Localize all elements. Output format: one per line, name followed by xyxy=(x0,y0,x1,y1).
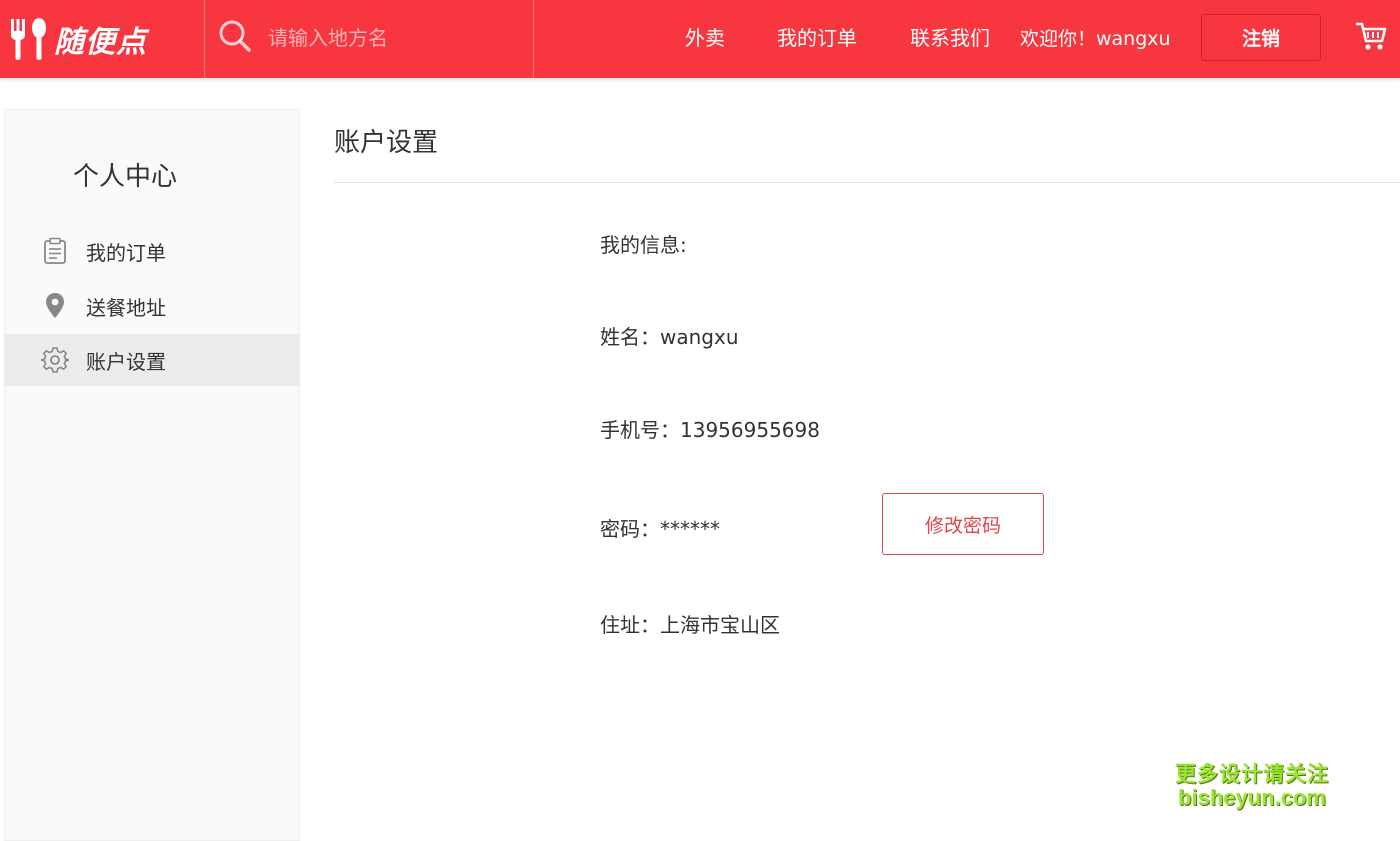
sidebar-item-label: 我的订单 xyxy=(86,240,166,265)
sidebar-item-my-orders[interactable]: 我的订单 xyxy=(5,225,299,277)
page-title: 账户设置 xyxy=(334,128,439,158)
fork-spoon-icon xyxy=(8,15,48,63)
search-input[interactable] xyxy=(266,21,506,55)
sidebar-item-account-settings[interactable]: 账户设置 xyxy=(5,334,299,386)
user-name: 姓名：wangxu xyxy=(600,325,739,349)
logo[interactable]: 随便点 xyxy=(8,14,147,64)
title-divider xyxy=(334,182,1400,183)
welcome-text: 欢迎你！wangxu xyxy=(1020,28,1171,50)
location-pin-icon xyxy=(41,292,69,320)
search-icon[interactable] xyxy=(218,19,252,57)
search-bar xyxy=(218,18,506,58)
logout-button[interactable]: 注销 xyxy=(1201,14,1321,61)
cart-icon[interactable] xyxy=(1355,20,1388,56)
watermark-line-1: 更多设计请关注 xyxy=(1175,763,1329,786)
clipboard-icon xyxy=(41,237,69,265)
nav-my-orders[interactable]: 我的订单 xyxy=(777,22,857,51)
sidebar: 个人中心 我的订单 送餐地址 账户设置 xyxy=(4,109,300,841)
change-password-button[interactable]: 修改密码 xyxy=(882,493,1044,555)
sidebar-title: 个人中心 xyxy=(72,162,177,192)
header-divider xyxy=(533,0,534,78)
header-divider xyxy=(204,0,205,78)
user-address: 住址：上海市宝山区 xyxy=(600,613,780,637)
nav-takeout[interactable]: 外卖 xyxy=(685,22,725,51)
watermark: 更多设计请关注 bisheyun.com xyxy=(1172,763,1332,810)
logo-text: 随便点 xyxy=(54,25,147,60)
user-password: 密码：****** xyxy=(600,517,720,541)
gear-icon xyxy=(41,346,69,374)
nav-contact-us[interactable]: 联系我们 xyxy=(910,22,990,51)
top-header: 随便点 外卖 我的订单 联系我们 欢迎你！wangxu 注销 xyxy=(0,0,1400,78)
user-phone: 手机号：13956955698 xyxy=(600,418,820,442)
sidebar-item-delivery-address[interactable]: 送餐地址 xyxy=(5,280,299,332)
sidebar-item-label: 送餐地址 xyxy=(86,295,166,320)
watermark-line-2: bisheyun.com xyxy=(1178,785,1326,811)
info-heading: 我的信息: xyxy=(600,233,687,257)
sidebar-item-label: 账户设置 xyxy=(86,349,166,374)
